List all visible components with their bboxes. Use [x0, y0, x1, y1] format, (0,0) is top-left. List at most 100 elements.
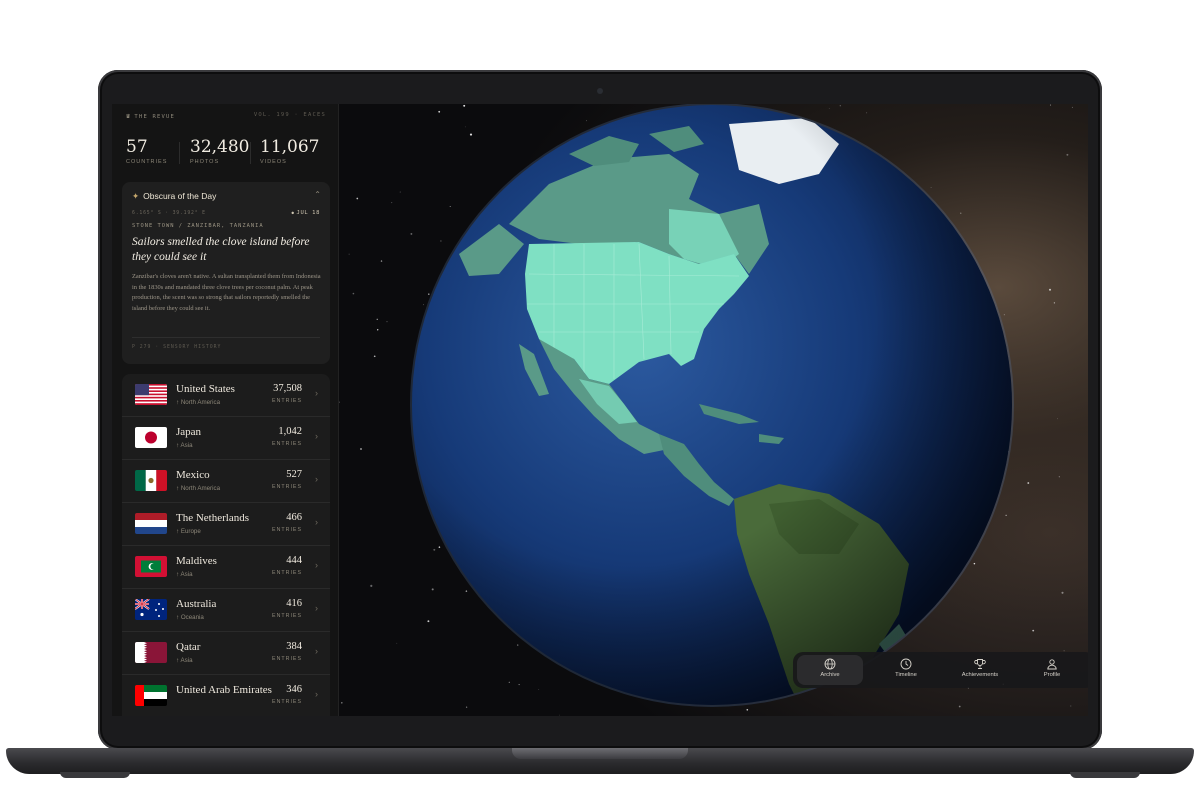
country-region: ↑ Asia [176, 442, 193, 449]
country-list: United States ↑ North America 37,508 ENT… [122, 374, 330, 716]
sidebar: ♛ THE REVUE VOL. 199 · EACES 57 COUNTRIES… [112, 104, 339, 716]
star [356, 197, 359, 200]
globe-canvas[interactable] [339, 104, 1088, 716]
country-row-uae[interactable]: United Arab Emirates 346 ENTRIES › [122, 675, 330, 716]
country-region-text: North America [180, 399, 221, 406]
tab-archive[interactable]: Archive [797, 655, 863, 685]
entry-label: ENTRIES [272, 527, 302, 533]
star [464, 126, 466, 128]
entry-count: 384 [286, 641, 302, 652]
star [399, 191, 401, 193]
chevron-right-icon: › [315, 517, 318, 527]
star [373, 355, 376, 358]
jp-flag-icon [135, 427, 167, 448]
star [1053, 302, 1056, 304]
star [973, 562, 976, 565]
country-row-qatar[interactable]: Qatar ↑ Asia 384 ENTRIES › [122, 632, 330, 675]
country-region-text: Europe [180, 528, 201, 535]
stat-value: 57 [126, 137, 148, 157]
chevron-right-icon: › [315, 560, 318, 570]
country-region: ↑ Europe [176, 528, 201, 535]
trophy-icon [974, 659, 986, 669]
country-region-text: Asia [180, 657, 193, 664]
globe-view[interactable]: Archive Timeline Achievements Profile [339, 104, 1088, 716]
stat-label: VIDEOS [260, 159, 287, 165]
star [360, 448, 362, 450]
divider [132, 337, 320, 338]
star [1003, 314, 1005, 316]
stats-row: 57 COUNTRIES 32,480 PHOTOS 11,067 VIDEOS [126, 138, 326, 170]
star [463, 104, 466, 107]
entry-count: 444 [286, 555, 302, 566]
country-name: Australia [176, 598, 217, 610]
star [438, 110, 441, 113]
country-row-japan[interactable]: Japan ↑ Asia 1,042 ENTRIES › [122, 417, 330, 460]
star [1071, 106, 1073, 108]
country-name: Mexico [176, 469, 210, 481]
star [1066, 153, 1069, 156]
entry-label: ENTRIES [272, 398, 302, 404]
star [828, 108, 830, 110]
country-name: Japan [176, 426, 202, 438]
chevron-right-icon: › [315, 388, 318, 398]
country-name: Qatar [176, 641, 201, 653]
star [410, 232, 413, 235]
mv-flag-icon [135, 556, 167, 577]
country-name: United States [176, 383, 235, 395]
obscura-date: ● JUL 18 [292, 210, 320, 216]
country-row-australia[interactable]: Australia ↑ Oceania 416 ENTRIES › [122, 589, 330, 632]
laptop-foot [1070, 772, 1140, 778]
mx-flag-icon [135, 470, 167, 491]
obscura-title: ✦ Obscura of the Day [132, 191, 216, 202]
star [377, 329, 379, 331]
dot-icon: ● [291, 210, 295, 215]
country-row-netherlands[interactable]: The Netherlands ↑ Europe 466 ENTRIES › [122, 503, 330, 546]
tab-timeline[interactable]: Timeline [873, 655, 939, 685]
country-region-text: Oceania [180, 614, 204, 621]
qa-flag-icon [135, 642, 167, 663]
star [341, 702, 343, 704]
star [352, 292, 355, 295]
obscura-date-text: JUL 18 [296, 210, 320, 216]
country-row-united-states[interactable]: United States ↑ North America 37,508 ENT… [122, 374, 330, 417]
entry-label: ENTRIES [272, 484, 302, 490]
tab-label: Profile [1043, 672, 1061, 678]
country-region: ↑ Asia [176, 571, 193, 578]
country-region-text: North America [180, 485, 221, 492]
chevron-right-icon: › [315, 689, 318, 699]
star [1070, 705, 1072, 707]
star [1058, 476, 1060, 478]
laptop-foot [60, 772, 130, 778]
star [1061, 591, 1064, 594]
star [518, 684, 520, 686]
star [386, 321, 388, 323]
tab-label: Archive [820, 672, 840, 678]
chevron-up-icon[interactable]: ⌃ [314, 190, 321, 199]
stat-value: 32,480 [190, 137, 250, 157]
star [423, 304, 424, 306]
globe-shading [412, 105, 1012, 705]
tab-achievements[interactable]: Achievements [947, 655, 1013, 685]
star [431, 588, 434, 591]
chevron-right-icon: › [315, 431, 318, 441]
star [396, 642, 398, 644]
brand-row: ♛ THE REVUE VOL. 199 · EACES [126, 112, 326, 124]
clock-icon [900, 658, 912, 670]
country-region-text: Asia [180, 571, 193, 578]
obscura-headline: Sailors smelled the clove island before … [132, 236, 310, 263]
entry-count: 527 [286, 469, 302, 480]
obscura-title-text: Obscura of the Day [143, 191, 217, 201]
entry-label: ENTRIES [272, 656, 302, 662]
tab-profile[interactable]: Profile [1019, 655, 1085, 685]
chevron-right-icon: › [315, 474, 318, 484]
country-row-maldives[interactable]: Maldives ↑ Asia 444 ENTRIES › [122, 546, 330, 589]
star [1057, 418, 1059, 420]
divider [250, 142, 251, 164]
entry-label: ENTRIES [272, 441, 302, 447]
country-name: The Netherlands [176, 512, 249, 524]
obscura-coords: 6.165° S · 39.192° E [132, 211, 206, 216]
country-row-mexico[interactable]: Mexico ↑ North America 527 ENTRIES › [122, 460, 330, 503]
obscura-card[interactable]: ✦ Obscura of the Day ⌃ 6.165° S · 39.192°… [122, 182, 330, 364]
star [960, 212, 962, 214]
obscura-body: Zanzibar's cloves aren't native. A sulta… [132, 273, 321, 313]
